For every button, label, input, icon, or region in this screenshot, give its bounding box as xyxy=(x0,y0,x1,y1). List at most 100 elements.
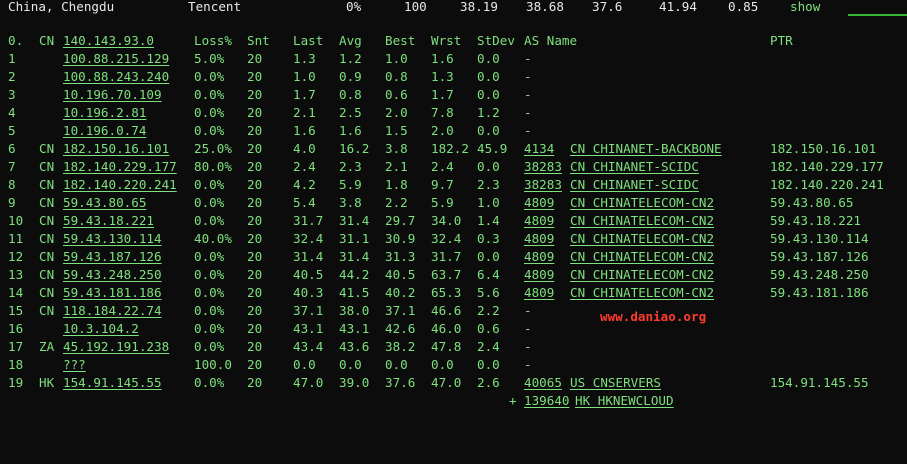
hop-host-link[interactable]: ??? xyxy=(63,356,86,374)
hop-asn-link[interactable]: 4134 xyxy=(524,140,554,158)
hop-last: 31.4 xyxy=(293,249,324,264)
hop-loss: 0.0% xyxy=(194,195,225,210)
hop-asn: - xyxy=(524,123,532,138)
hop-wrst: 32.4 xyxy=(431,231,462,246)
hop-snt: 20 xyxy=(247,231,263,246)
hop-snt: 20 xyxy=(247,357,263,372)
hop-asn: - xyxy=(524,69,532,84)
hop-host-link[interactable]: 118.184.22.74 xyxy=(63,302,162,320)
provider-label: Tencent xyxy=(188,0,242,14)
hop-loss: 0.0% xyxy=(194,303,225,318)
hop-avg: 5.9 xyxy=(339,177,362,192)
hop-last: 40.5 xyxy=(293,267,324,282)
hop-avg: 38.0 xyxy=(339,303,370,318)
hop-0-host-link[interactable]: 140.143.93.0 xyxy=(63,32,154,50)
hop-host-link[interactable]: 59.43.130.114 xyxy=(63,230,162,248)
hop-avg: 43.6 xyxy=(339,339,370,354)
hop-asn-link[interactable]: 4809 xyxy=(524,266,554,284)
hop-asn-link[interactable]: 4809 xyxy=(524,248,554,266)
show-link[interactable]: show xyxy=(790,0,820,14)
table-row: 1 100.88.215.129 5.0% 20 1.3 1.2 1.0 1.6 0.0 - xyxy=(0,50,907,68)
col-best: Best xyxy=(385,33,416,48)
hop-avg: 31.4 xyxy=(339,249,370,264)
hop-stdev: 0.0 xyxy=(477,357,500,372)
hop-wrst: 46.0 xyxy=(431,321,462,336)
hop-host-link[interactable]: 45.192.191.238 xyxy=(63,338,169,356)
hop-avg: 2.3 xyxy=(339,159,362,174)
hop-host-link[interactable]: 59.43.18.221 xyxy=(63,212,154,230)
table-row: 8 CN 182.140.220.241 0.0% 20 4.2 5.9 1.8 9.7 2.3 3… xyxy=(0,176,907,194)
col-snt: Snt xyxy=(247,33,270,48)
hop-last: 43.1 xyxy=(293,321,324,336)
hop-wrst: 1.3 xyxy=(431,69,454,84)
hop-hop: 9 xyxy=(8,195,16,210)
hop-asn: - xyxy=(524,357,532,372)
summary-bar: China, Chengdu Tencent 0% 100 38.19 38.6… xyxy=(0,0,907,14)
hop-loss: 0.0% xyxy=(194,339,225,354)
hop-last: 37.1 xyxy=(293,303,324,318)
hop-wrst: 47.0 xyxy=(431,375,462,390)
hop-snt: 20 xyxy=(247,105,263,120)
hop-best: 2.0 xyxy=(385,105,408,120)
extra-as-row: + 139640 HK HKNEWCLOUD xyxy=(0,392,907,410)
hop-host-link[interactable]: 154.91.145.55 xyxy=(63,374,162,392)
table-row: 6 CN 182.150.16.101 25.0% 20 4.0 16.2 3.8 182.2 4… xyxy=(0,140,907,158)
hop-asn-link[interactable]: 40065 xyxy=(524,374,562,392)
hop-host-link[interactable]: 100.88.243.240 xyxy=(63,68,169,86)
hop-last: 1.7 xyxy=(293,87,316,102)
hop-host-link[interactable]: 100.88.215.129 xyxy=(63,50,169,68)
hop-best: 29.7 xyxy=(385,213,416,228)
hop-wrst: 1.6 xyxy=(431,51,454,66)
col-stdev: StDev xyxy=(477,33,515,48)
hop-asn: - xyxy=(524,321,532,336)
table-row: 4 10.196.2.81 0.0% 20 2.1 2.5 2.0 7.8 1.2 - xyxy=(0,104,907,122)
hop-avg: 0.0 xyxy=(339,357,362,372)
hop-asn-link[interactable]: 4809 xyxy=(524,284,554,302)
watermark: www.daniao.org xyxy=(600,309,707,324)
hop-snt: 20 xyxy=(247,213,263,228)
extra-as-name: HK HKNEWCLOUD xyxy=(575,393,674,408)
hop-asn-link[interactable]: 38283 xyxy=(524,158,562,176)
hop-host-link[interactable]: 59.43.181.186 xyxy=(63,284,162,302)
table-row: 2 100.88.243.240 0.0% 20 1.0 0.9 0.8 1.3 0.0 - xyxy=(0,68,907,86)
hop-host-link[interactable]: 10.3.104.2 xyxy=(63,320,139,338)
hop-asn-link[interactable]: 4809 xyxy=(524,194,554,212)
tab-underline xyxy=(848,14,907,16)
hop-hop: 17 xyxy=(8,339,24,354)
hop-stdev: 1.0 xyxy=(477,195,500,210)
hop-asn: - xyxy=(524,339,532,354)
hop-ptr: 59.43.18.221 xyxy=(770,213,861,228)
hop-host-link[interactable]: 59.43.248.250 xyxy=(63,266,162,284)
hop-as-name: CN CHINANET-SCIDC xyxy=(570,177,699,192)
hop-best: 3.8 xyxy=(385,141,408,156)
hop-stdev: 0.0 xyxy=(477,123,500,138)
hop-snt: 20 xyxy=(247,141,263,156)
hop-host-link[interactable]: 59.43.80.65 xyxy=(63,194,146,212)
hop-host-link[interactable]: 182.140.229.177 xyxy=(63,158,177,176)
hop-host-link[interactable]: 10.196.70.109 xyxy=(63,86,162,104)
hop-ptr: 182.140.220.241 xyxy=(770,177,884,192)
hop-avg: 44.2 xyxy=(339,267,370,282)
hop-stdev: 1.4 xyxy=(477,213,500,228)
hop-stdev: 2.6 xyxy=(477,375,500,390)
hop-host-link[interactable]: 10.196.2.81 xyxy=(63,104,146,122)
hop-asn-link[interactable]: 38283 xyxy=(524,176,562,194)
hop-stdev: 45.9 xyxy=(477,141,508,156)
hop-host-link[interactable]: 182.140.220.241 xyxy=(63,176,177,194)
hop-asn-link[interactable]: 4809 xyxy=(524,230,554,248)
hop-host-link[interactable]: 59.43.187.126 xyxy=(63,248,162,266)
hop-hop: 19 xyxy=(8,375,24,390)
extra-asn-link[interactable]: 139640 xyxy=(524,392,570,410)
hop-cc: CN xyxy=(39,159,55,174)
hop-host-link[interactable]: 10.196.0.74 xyxy=(63,122,146,140)
hop-avg: 16.2 xyxy=(339,141,370,156)
hop-asn: - xyxy=(524,51,532,66)
table-row: 11 CN 59.43.130.114 40.0% 20 32.4 31.1 30.9 32.4… xyxy=(0,230,907,248)
hop-host-link[interactable]: 182.150.16.101 xyxy=(63,140,169,158)
hop-hop: 2 xyxy=(8,69,16,84)
hop-best: 1.5 xyxy=(385,123,408,138)
hop-hop: 1 xyxy=(8,51,16,66)
hop-asn-link[interactable]: 4809 xyxy=(524,212,554,230)
hop-best: 0.6 xyxy=(385,87,408,102)
hop-0-country: CN xyxy=(39,33,55,48)
